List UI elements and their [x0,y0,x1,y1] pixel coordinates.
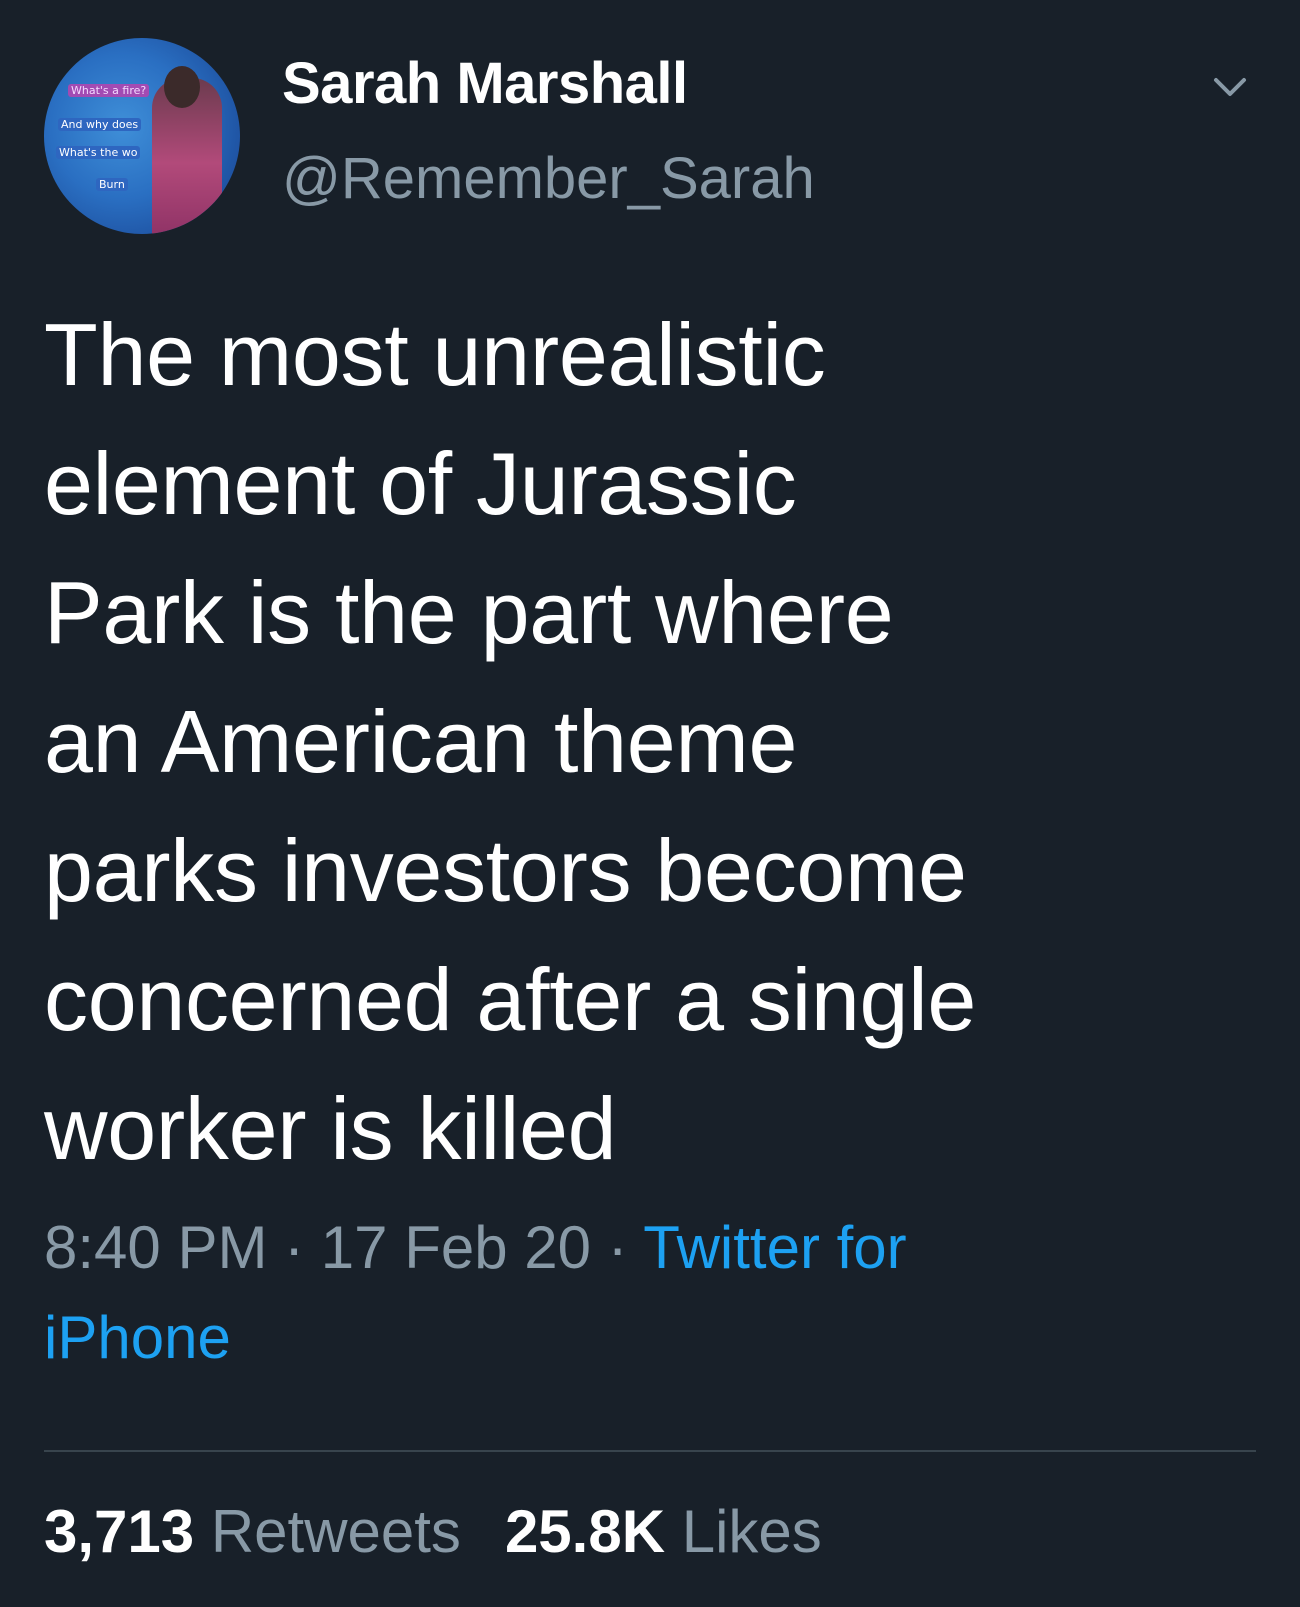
avatar-caption: What's the wo [56,146,141,159]
divider [44,1450,1256,1452]
likes-count: 25.8K [504,1498,666,1565]
display-name[interactable]: Sarah Marshall [282,50,688,117]
avatar-head [164,66,200,108]
tweet-stats: 3,713 Retweets 25.8K Likes [44,1497,822,1566]
meta-separator: · [607,1214,628,1281]
chevron-down-icon[interactable] [1212,72,1248,102]
retweets-label: Retweets [210,1498,461,1565]
avatar-caption: What's a fire? [68,84,150,97]
tweet-meta: 8:40 PM · 17 Feb 20 · Twitter for iPhone [44,1203,1044,1383]
retweets-stat[interactable]: 3,713 Retweets [44,1498,461,1565]
avatar-caption: Burn [96,178,128,191]
meta-separator: · [284,1214,305,1281]
tweet-time[interactable]: 8:40 PM [44,1214,267,1281]
retweets-count: 3,713 [44,1498,195,1565]
tweet-date[interactable]: 17 Feb 20 [321,1214,591,1281]
likes-label: Likes [681,1498,822,1565]
likes-stat[interactable]: 25.8K Likes [505,1498,822,1565]
tweet: What's a fire? And why does What's the w… [0,0,1300,1607]
tweet-text: The most unrealistic element of Jurassic… [44,305,977,1178]
avatar-caption: And why does [58,118,142,131]
user-handle[interactable]: @Remember_Sarah [282,145,815,212]
avatar[interactable]: What's a fire? And why does What's the w… [44,38,240,234]
